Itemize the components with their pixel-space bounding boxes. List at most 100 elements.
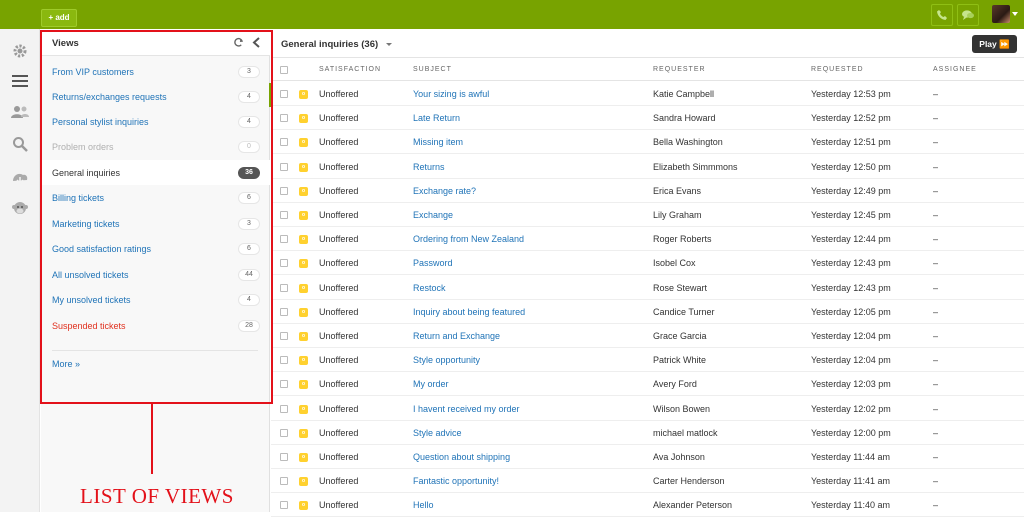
status-badge: o — [299, 235, 308, 245]
table-row[interactable]: o Unoffered Style opportunity Patrick White… — [271, 348, 1024, 373]
users-icon[interactable] — [10, 102, 30, 122]
subject-link[interactable]: Return and Exchange — [413, 331, 500, 341]
main-header: General inquiries (36) Play ⏩ — [271, 29, 1024, 58]
assignee-cell: – — [933, 282, 939, 293]
row-checkbox[interactable] — [280, 162, 288, 171]
table-header: Satisfaction Subject Requester Requested… — [271, 58, 1024, 81]
subject-link[interactable]: Question about shipping — [413, 452, 510, 462]
requester-cell: Bella Washington — [653, 137, 723, 148]
row-checkbox[interactable] — [280, 307, 288, 316]
table-row[interactable]: o Unoffered Question about shipping Ava Joh… — [271, 445, 1024, 469]
satisfaction-cell: Unoffered — [319, 185, 359, 196]
reporting-icon[interactable] — [10, 167, 30, 187]
row-checkbox[interactable] — [280, 235, 288, 244]
requested-cell: Yesterday 12:53 pm — [811, 89, 891, 99]
views-menu-icon[interactable] — [10, 71, 30, 91]
monkey-icon[interactable] — [10, 199, 30, 219]
chat-icon[interactable] — [957, 4, 979, 26]
assignee-cell: – — [933, 185, 939, 196]
requested-cell: Yesterday 12:04 pm — [811, 331, 891, 341]
row-checkbox[interactable] — [280, 477, 288, 486]
assignee-cell: – — [933, 161, 939, 172]
subject-link[interactable]: Returns — [413, 162, 445, 172]
subject-link[interactable]: Password — [413, 258, 453, 268]
row-checkbox[interactable] — [280, 211, 288, 219]
row-checkbox[interactable] — [280, 380, 288, 389]
table-row[interactable]: o Unoffered Password Isobel Cox Yesterday 12… — [271, 251, 1024, 276]
satisfaction-cell: Unoffered — [319, 452, 359, 462]
add-button[interactable]: + add — [41, 9, 77, 27]
satisfaction-cell: Unoffered — [319, 210, 359, 220]
row-checkbox[interactable] — [280, 283, 288, 292]
settings-icon[interactable] — [10, 41, 30, 61]
subject-link[interactable]: Fantastic opportunity! — [413, 476, 499, 486]
subject-link[interactable]: Late Return — [413, 113, 460, 123]
subject-link[interactable]: Exchange rate? — [413, 186, 476, 196]
satisfaction-cell: Unoffered — [319, 476, 359, 487]
column-requester[interactable]: Requester — [653, 66, 706, 73]
chevron-down-icon[interactable] — [1012, 12, 1018, 16]
table-row[interactable]: o Unoffered Style advice michael matlock Yes… — [271, 421, 1024, 445]
table-row[interactable]: o Unoffered Return and Exchange Grace Garci… — [271, 324, 1024, 348]
table-row[interactable]: o Unoffered Ordering from New Zealand Roger… — [271, 227, 1024, 252]
table-row[interactable]: o Unoffered I havent received my order Wils… — [271, 397, 1024, 421]
table-row[interactable]: o Unoffered Missing item Bella Washington Ye… — [271, 130, 1024, 155]
subject-link[interactable]: Exchange — [413, 210, 453, 220]
row-checkbox[interactable] — [280, 90, 288, 98]
phone-icon[interactable] — [931, 4, 953, 26]
satisfaction-cell: Unoffered — [319, 306, 359, 317]
select-all-checkbox[interactable] — [280, 66, 288, 74]
subject-link[interactable]: Style opportunity — [413, 355, 480, 365]
requester-cell: Avery Ford — [653, 379, 697, 390]
requested-cell: Yesterday 12:04 pm — [811, 355, 891, 366]
subject-link[interactable]: My order — [413, 379, 449, 389]
column-satisfaction[interactable]: Satisfaction — [319, 66, 381, 73]
row-checkbox[interactable] — [280, 259, 288, 268]
play-button[interactable]: Play ⏩ — [972, 35, 1017, 53]
table-row[interactable]: o Unoffered My order Avery Ford Yesterday 12… — [271, 372, 1024, 397]
requester-cell: Rose Stewart — [653, 282, 708, 293]
subject-link[interactable]: Inquiry about being featured — [413, 307, 525, 317]
satisfaction-cell: Unoffered — [319, 113, 359, 124]
table-row[interactable]: o Unoffered Exchange Lily Graham Yesterday 1… — [271, 203, 1024, 227]
subject-link[interactable]: Restock — [413, 283, 446, 293]
column-requested[interactable]: Requested — [811, 66, 864, 73]
chevron-down-icon[interactable] — [386, 43, 392, 46]
assignee-cell: – — [933, 306, 939, 317]
row-checkbox[interactable] — [280, 404, 288, 413]
satisfaction-cell: Unoffered — [319, 137, 359, 148]
table-row[interactable]: o Unoffered Restock Rose Stewart Yesterday 1… — [271, 276, 1024, 300]
column-assignee[interactable]: Assignee — [933, 66, 977, 73]
status-badge: o — [299, 428, 308, 438]
requested-cell: Yesterday 12:03 pm — [811, 379, 891, 390]
avatar[interactable] — [992, 5, 1010, 23]
subject-link[interactable]: I havent received my order — [413, 404, 520, 414]
table-row[interactable]: o Unoffered Fantastic opportunity! Carter H… — [271, 469, 1024, 494]
subject-link[interactable]: Ordering from New Zealand — [413, 234, 524, 244]
subject-link[interactable]: Your sizing is awful — [413, 89, 489, 99]
column-subject[interactable]: Subject — [413, 66, 452, 73]
table-row[interactable]: o Unoffered Hello Alexander Peterson Yesterd… — [271, 493, 1024, 517]
top-bar: + add — [0, 0, 1024, 29]
assignee-cell: – — [933, 331, 939, 341]
view-title[interactable]: General inquiries (36) — [281, 39, 378, 50]
subject-link[interactable]: Missing item — [413, 137, 463, 147]
row-checkbox[interactable] — [280, 453, 288, 461]
row-checkbox[interactable] — [280, 138, 288, 147]
satisfaction-cell: Unoffered — [319, 282, 359, 293]
row-checkbox[interactable] — [280, 501, 288, 510]
search-icon[interactable] — [10, 134, 30, 154]
table-row[interactable]: o Unoffered Late Return Sandra Howard Yester… — [271, 106, 1024, 131]
table-row[interactable]: o Unoffered Returns Elizabeth Simmmons Yeste… — [271, 155, 1024, 179]
row-checkbox[interactable] — [280, 114, 288, 123]
ticket-list-panel: General inquiries (36) Play ⏩ Satisfacti… — [271, 29, 1024, 517]
row-checkbox[interactable] — [280, 356, 288, 365]
table-row[interactable]: o Unoffered Exchange rate? Erica Evans Yeste… — [271, 179, 1024, 203]
table-row[interactable]: o Unoffered Your sizing is awful Katie Camp… — [271, 82, 1024, 106]
row-checkbox[interactable] — [280, 186, 288, 195]
subject-link[interactable]: Hello — [413, 500, 434, 510]
subject-link[interactable]: Style advice — [413, 428, 462, 438]
row-checkbox[interactable] — [280, 428, 288, 437]
table-row[interactable]: o Unoffered Inquiry about being featured Ca… — [271, 300, 1024, 324]
row-checkbox[interactable] — [280, 332, 288, 340]
